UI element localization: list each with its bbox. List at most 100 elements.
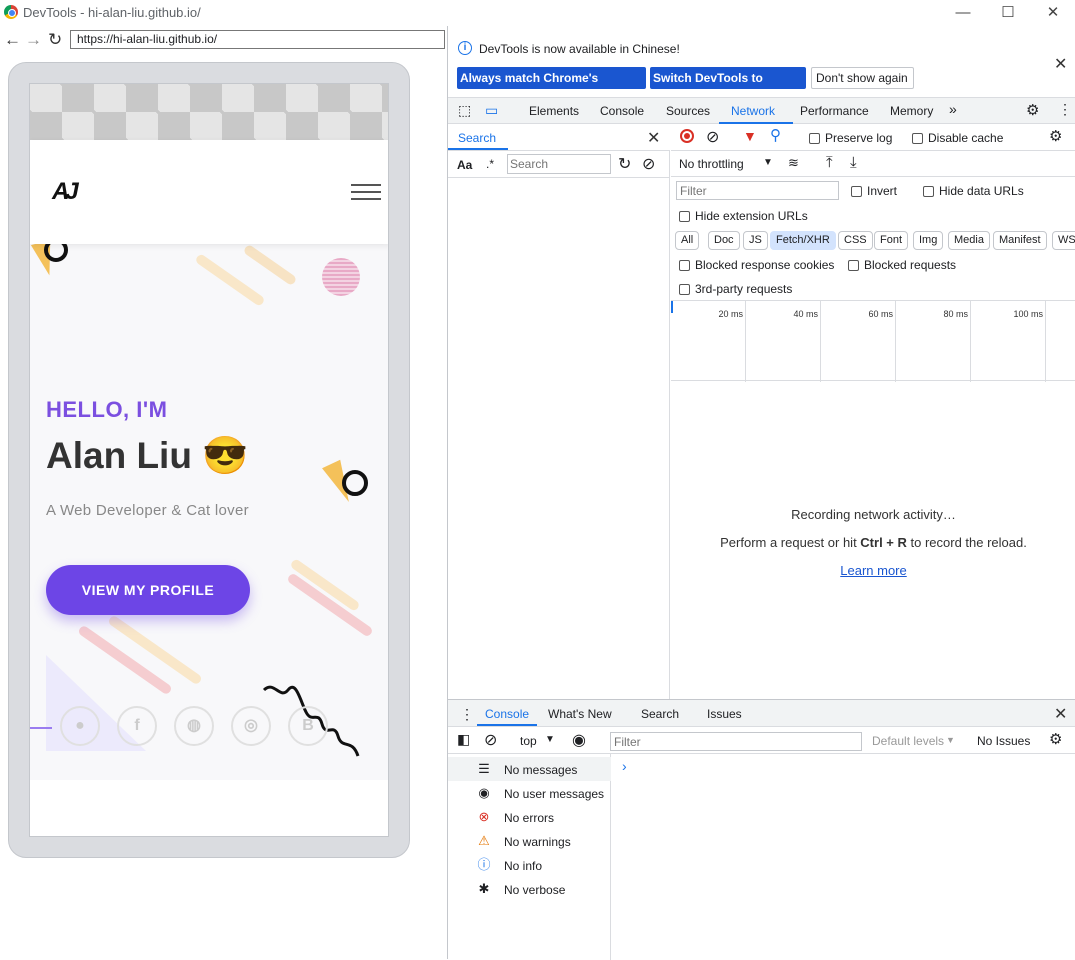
tab-sources[interactable]: Sources	[666, 104, 710, 118]
chip-js[interactable]: JS	[743, 231, 768, 250]
refresh-search-icon[interactable]: ↻	[618, 154, 631, 174]
hide-data-urls-label: Hide data URLs	[939, 184, 1024, 198]
clear-log-icon[interactable]: ⊘	[706, 127, 719, 147]
sidebar-item-verbose[interactable]: ✱ No verbose	[448, 877, 611, 901]
throttling-select[interactable]: No throttling	[679, 157, 744, 171]
invert-checkbox[interactable]: Invert	[851, 184, 897, 198]
filter-funnel-icon[interactable]: ▼	[743, 128, 757, 144]
sidebar-item-info[interactable]: ⓘ No info	[448, 853, 611, 877]
close-search-icon[interactable]: ✕	[647, 128, 660, 148]
tab-network[interactable]: Network	[731, 104, 775, 118]
tab-memory[interactable]: Memory	[890, 104, 933, 118]
close-window-button[interactable]: ✕	[1043, 3, 1063, 23]
maximize-button[interactable]: ☐	[998, 3, 1018, 23]
drawer-tab-whats-new[interactable]: What's New	[548, 707, 612, 721]
log-levels-select[interactable]: Default levels	[872, 734, 944, 748]
url-field[interactable]: https://hi-alan-liu.github.io/	[70, 30, 445, 49]
blogger-icon[interactable]: B	[288, 706, 328, 746]
chevron-down-icon[interactable]: ▼	[763, 157, 773, 168]
sidebar-item-label: No messages	[504, 763, 578, 777]
preserve-log-checkbox[interactable]: Preserve log	[809, 131, 892, 145]
hello-heading: HELLO, I'M	[46, 397, 168, 422]
regex-button[interactable]: .*	[486, 157, 494, 171]
switch-chinese-button[interactable]: Switch DevTools to Chinese	[650, 67, 806, 107]
close-drawer-icon[interactable]: ✕	[1054, 704, 1067, 724]
clear-console-icon[interactable]: ⊘	[484, 730, 497, 750]
tab-console[interactable]: Console	[600, 104, 644, 118]
search-input[interactable]	[507, 154, 611, 174]
learn-more-link[interactable]: Learn more	[671, 563, 1075, 578]
chip-ws[interactable]: WS	[1052, 231, 1075, 250]
more-tabs-icon[interactable]: »	[949, 101, 957, 117]
third-party-checkbox[interactable]: 3rd-party requests	[679, 282, 792, 296]
view-profile-button[interactable]: VIEW MY PROFILE	[46, 565, 250, 615]
network-settings-icon[interactable]: ⚙	[1049, 127, 1062, 145]
network-conditions-icon[interactable]: ≋	[788, 155, 799, 171]
back-icon[interactable]: ←	[4, 30, 21, 50]
tick-label: 20 ms	[718, 309, 743, 319]
chip-fetch-xhr[interactable]: Fetch/XHR	[770, 231, 836, 250]
close-infobar-icon[interactable]: ✕	[1054, 54, 1067, 74]
hide-extension-urls-checkbox[interactable]: Hide extension URLs	[679, 209, 808, 223]
console-prompt[interactable]: ›	[622, 758, 627, 774]
dont-show-again-button[interactable]: Don't show again	[811, 67, 914, 89]
sidebar-item-messages[interactable]: ☰ No messages	[448, 757, 611, 781]
drawer-tab-search[interactable]: Search	[641, 707, 679, 721]
console-settings-icon[interactable]: ⚙	[1049, 730, 1062, 748]
network-panel: ⊘ ▼ ⚲ Preserve log Disable cache ⚙ No th…	[671, 124, 1075, 699]
device-toolbar-icon[interactable]: ▭	[485, 102, 498, 119]
drawer-tab-console[interactable]: Console	[485, 707, 529, 721]
chip-font[interactable]: Font	[874, 231, 909, 250]
instagram-icon[interactable]: ◎	[231, 706, 271, 746]
drawer-tab-issues[interactable]: Issues	[707, 707, 742, 721]
disable-cache-checkbox[interactable]: Disable cache	[912, 131, 1003, 145]
network-overview-timeline[interactable]: 20 ms 40 ms 60 ms 80 ms 100 ms	[671, 300, 1075, 382]
match-language-button[interactable]: Always match Chrome's language	[457, 67, 646, 107]
hide-data-urls-checkbox[interactable]: Hide data URLs	[923, 184, 1024, 198]
chip-media[interactable]: Media	[948, 231, 990, 250]
blocked-cookies-checkbox[interactable]: Blocked response cookies	[679, 258, 834, 272]
chip-doc[interactable]: Doc	[708, 231, 740, 250]
export-har-icon[interactable]: ⤓	[850, 154, 857, 171]
search-tab[interactable]: Search	[458, 131, 496, 145]
chip-manifest[interactable]: Manifest	[993, 231, 1047, 250]
settings-gear-icon[interactable]: ⚙	[1026, 101, 1039, 119]
match-case-button[interactable]: Aa	[457, 158, 472, 172]
more-options-icon[interactable]: ⋮	[1058, 101, 1072, 118]
minimize-button[interactable]: —	[953, 3, 973, 23]
sidebar-item-user-messages[interactable]: ◉ No user messages	[448, 781, 611, 805]
blocked-requests-checkbox[interactable]: Blocked requests	[848, 258, 956, 272]
facebook-icon[interactable]: f	[117, 706, 157, 746]
reload-icon[interactable]: ↻	[48, 30, 62, 50]
search-icon[interactable]: ⚲	[770, 126, 781, 144]
sidebar-item-label: No user messages	[504, 787, 605, 801]
line-icon[interactable]: ◍	[174, 706, 214, 746]
tab-performance[interactable]: Performance	[800, 104, 869, 118]
sidebar-item-errors[interactable]: ⊗ No errors	[448, 805, 611, 829]
address-bar: ← → ↻ https://hi-alan-liu.github.io/	[0, 28, 447, 52]
chrome-logo-icon	[4, 5, 18, 19]
context-select[interactable]: top	[520, 734, 537, 748]
clear-search-icon[interactable]: ⊘	[642, 154, 655, 174]
site-logo[interactable]: AJ	[52, 178, 79, 206]
hamburger-menu-icon[interactable]	[351, 184, 381, 202]
forward-icon[interactable]: →	[25, 30, 42, 50]
live-expression-eye-icon[interactable]: ◉	[572, 730, 586, 750]
chevron-down-icon[interactable]: ▼	[545, 734, 555, 745]
github-icon[interactable]: ●	[60, 706, 100, 746]
chip-img[interactable]: Img	[913, 231, 944, 250]
disable-cache-label: Disable cache	[928, 131, 1004, 145]
record-stop-icon[interactable]	[680, 129, 694, 143]
chip-css[interactable]: CSS	[838, 231, 873, 250]
console-filter-input[interactable]	[610, 732, 862, 751]
sidebar-toggle-icon[interactable]: ◧	[457, 731, 470, 748]
inspect-element-icon[interactable]: ⬚	[458, 102, 471, 119]
drawer-menu-icon[interactable]: ⋮	[460, 706, 474, 723]
network-filter-input[interactable]	[676, 181, 839, 200]
chevron-down-icon[interactable]: ▼	[946, 735, 955, 745]
chip-all[interactable]: All	[675, 231, 700, 250]
tab-elements[interactable]: Elements	[529, 104, 579, 118]
import-har-icon[interactable]: ⤒	[826, 154, 833, 171]
issues-counter[interactable]: No Issues	[977, 734, 1030, 748]
sidebar-item-warnings[interactable]: ⚠ No warnings	[448, 829, 611, 853]
